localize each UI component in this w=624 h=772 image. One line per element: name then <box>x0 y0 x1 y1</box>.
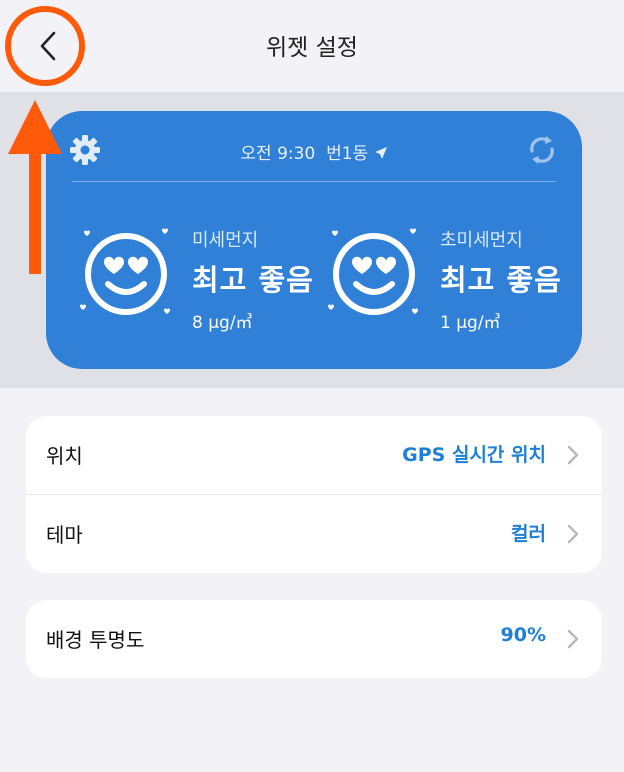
settings-card-main: 위치 GPS 실시간 위치 테마 컬러 <box>26 416 602 573</box>
time-location-line: 오전 9:30 번1동 <box>46 139 582 164</box>
chevron-right-icon <box>567 629 579 649</box>
location-arrow-icon <box>374 147 387 159</box>
ultrafine-dust-status: 최고 좋음 <box>440 263 562 297</box>
location-setting-row[interactable]: 위치 GPS 실시간 위치 <box>26 416 602 495</box>
smiley-heart-eyes-icon <box>80 228 170 315</box>
theme-setting-label: 테마 <box>46 523 83 547</box>
widget-divider <box>72 181 556 182</box>
refresh-icon[interactable] <box>526 133 558 167</box>
chevron-right-icon <box>567 524 579 544</box>
annotation-up-arrow <box>8 100 62 274</box>
ultrafine-dust-value: 1 μg/㎥ <box>440 313 501 333</box>
settings-card-opacity: 배경 투명도 90% <box>26 600 602 678</box>
location-setting-value: GPS 실시간 위치 <box>402 444 546 466</box>
opacity-setting-value: 90% <box>500 624 546 646</box>
smiley-heart-eyes-icon <box>328 228 418 315</box>
ultrafine-dust-label: 초미세먼지 <box>440 230 523 251</box>
opacity-setting-label: 배경 투명도 <box>46 628 145 652</box>
fine-dust-value: 8 μg/㎥ <box>192 313 253 333</box>
theme-setting-row[interactable]: 테마 컬러 <box>26 495 602 573</box>
annotation-circle <box>5 6 85 86</box>
chevron-right-icon <box>567 445 579 465</box>
time-text: 오전 9:30 <box>240 144 316 164</box>
fine-dust-status: 최고 좋음 <box>192 263 314 297</box>
theme-setting-value: 컬러 <box>511 523 546 545</box>
widget-top-bar: 오전 9:30 번1동 <box>46 133 582 173</box>
fine-dust-label: 미세먼지 <box>192 230 259 251</box>
header: 위젯 설정 <box>0 0 624 92</box>
opacity-setting-row[interactable]: 배경 투명도 90% <box>26 600 602 678</box>
widget-preview: 오전 9:30 번1동 미세먼지 최고 좋음 8 μg/㎥ 초미세먼지 최고 좋… <box>46 111 582 369</box>
page-title: 위젯 설정 <box>266 35 358 61</box>
location-setting-label: 위치 <box>46 444 83 468</box>
location-text: 번1동 <box>326 144 369 164</box>
